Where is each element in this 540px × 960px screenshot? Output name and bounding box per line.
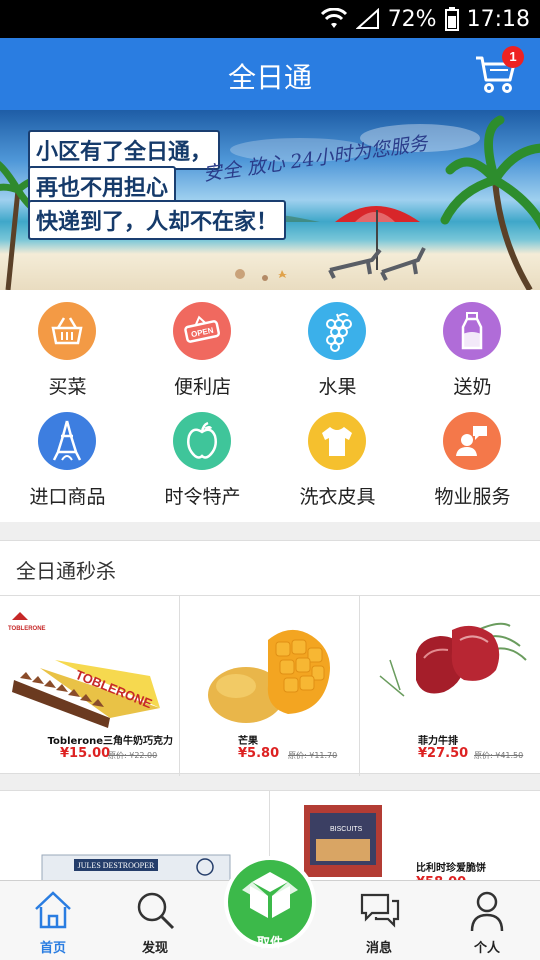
tab-label: 首页 — [39, 941, 66, 956]
category-laundry-leather[interactable]: 洗衣皮具 — [270, 400, 405, 510]
home-icon — [35, 891, 71, 929]
product-card[interactable]: 芒果 ¥5.80 原价: ¥11.70 — [180, 596, 360, 776]
svg-text:BISCUITS: BISCUITS — [330, 826, 363, 833]
product-price: ¥15.00 — [60, 746, 111, 761]
product-original-price: 原价: ¥22.00 — [108, 751, 158, 760]
basket-icon — [51, 317, 83, 345]
cart-button[interactable]: 1 — [474, 46, 524, 96]
product-price: ¥27.50 — [418, 746, 469, 761]
category-label: 进口商品 — [29, 486, 106, 508]
tab-messages[interactable]: 消息 — [334, 881, 424, 960]
service-person-icon — [456, 426, 487, 456]
tab-home[interactable]: 首页 — [8, 881, 98, 960]
cart-count-badge: 1 — [502, 46, 524, 68]
toblerone-image: TOBLERONE TOBLERONE — [8, 612, 160, 728]
person-icon — [470, 891, 504, 932]
section-title: 全日通秒杀 — [16, 559, 116, 583]
product-name: 菲力牛排 — [418, 736, 458, 747]
tab-pickup-button[interactable]: 取件 — [224, 856, 316, 951]
apple-icon — [187, 421, 217, 459]
product-name: Toblerone三角牛奶巧克力 — [47, 736, 173, 747]
page-title: 全日通 — [227, 61, 312, 94]
svg-text:JULES DESTROOPER: JULES DESTROOPER — [78, 861, 155, 870]
category-label: 洗衣皮具 — [299, 486, 376, 508]
category-label: 物业服务 — [434, 486, 511, 508]
message-icon — [360, 893, 400, 928]
banner-line-3: 快递到了，人却不在家！ — [28, 200, 287, 240]
wifi-icon — [320, 8, 347, 28]
svg-text:TOBLERONE: TOBLERONE — [8, 626, 46, 632]
category-seasonal-specialty[interactable]: 时令特产 — [135, 400, 270, 510]
grapes-icon — [326, 313, 352, 352]
tab-label: 个人 — [473, 941, 500, 956]
tab-label: 消息 — [365, 941, 392, 956]
category-icon-circle — [38, 302, 96, 360]
tab-discover[interactable]: 发现 — [110, 881, 200, 960]
category-icon-circle: OPEN — [173, 302, 231, 360]
battery-percent: 72% — [387, 6, 437, 32]
category-grid: 买菜 OPEN 便利店 水果 送奶 进口商品 时令特产 洗衣皮具 物业服务 — [0, 290, 540, 522]
tab-label: 发现 — [141, 941, 168, 956]
app-root: 72% 17:18 全日通 1 小区有了全日通， 再也不用担心 快递到了，人却不… — [0, 0, 540, 960]
product-original-price: 原价: ¥41.50 — [474, 751, 524, 760]
clock: 17:18 — [466, 6, 530, 32]
product-name: 比利时珍爱脆饼 — [416, 863, 486, 874]
mango-image — [208, 629, 330, 723]
category-fruit[interactable]: 水果 — [270, 290, 405, 400]
flash-sale-products: TOBLERONE TOBLERONE Toblerone三角牛奶巧克力 ¥15… — [0, 595, 540, 776]
shirt-icon — [322, 427, 352, 456]
category-label: 送奶 — [453, 376, 492, 398]
product-original-price: 原价: ¥11.70 — [288, 751, 338, 760]
category-icon-circle — [308, 302, 366, 360]
product-price: ¥5.80 — [238, 746, 280, 761]
category-icon-circle — [443, 302, 501, 360]
product-card[interactable]: TOBLERONE TOBLERONE Toblerone三角牛奶巧克力 ¥15… — [0, 596, 180, 776]
category-icon-circle — [308, 412, 366, 470]
tab-label: 取件 — [256, 936, 283, 951]
battery-icon — [444, 7, 459, 31]
category-milk-delivery[interactable]: 送奶 — [405, 290, 540, 400]
milk-bottle-icon — [461, 312, 483, 350]
open-sign-icon: OPEN — [184, 315, 221, 343]
product-card[interactable]: 菲力牛排 ¥27.50 原价: ¥41.50 — [360, 596, 540, 776]
category-label: 买菜 — [48, 376, 87, 398]
category-icon-circle — [38, 412, 96, 470]
flash-sale-section: 全日通秒杀 TOBLERONE TOBLERONE Toblerone三角牛奶巧… — [0, 540, 540, 776]
banner-line-1: 小区有了全日通， — [28, 130, 221, 170]
category-label: 便利店 — [173, 376, 231, 398]
app-header: 全日通 1 — [0, 38, 540, 110]
product-name: 芒果 — [238, 736, 258, 747]
category-grocery[interactable]: 买菜 — [0, 290, 135, 400]
category-imported-goods[interactable]: 进口商品 — [0, 400, 135, 510]
category-convenience-store[interactable]: OPEN 便利店 — [135, 290, 270, 400]
tab-profile[interactable]: 个人 — [442, 881, 532, 960]
category-label: 水果 — [318, 376, 357, 398]
category-property-service[interactable]: 物业服务 — [405, 400, 540, 510]
eiffel-tower-icon — [52, 420, 82, 461]
search-icon — [137, 892, 175, 930]
status-bar: 72% 17:18 — [0, 0, 540, 38]
signal-icon — [355, 8, 379, 29]
category-icon-circle — [173, 412, 231, 470]
category-label: 时令特产 — [164, 486, 241, 508]
category-icon-circle — [443, 412, 501, 470]
steak-image — [379, 622, 527, 697]
promo-banner[interactable]: 小区有了全日通， 再也不用担心 快递到了，人却不在家！ 安全 放心 24小时为您… — [0, 110, 540, 290]
